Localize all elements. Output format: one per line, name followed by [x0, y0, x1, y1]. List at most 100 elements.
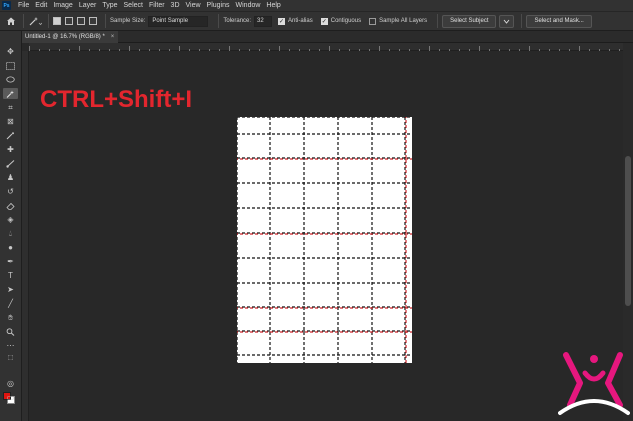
ruler-tick [449, 49, 450, 51]
horizontal-ruler[interactable] [29, 43, 623, 51]
ruler-tick [89, 49, 90, 51]
eraser-tool-icon[interactable] [3, 200, 18, 211]
contiguous-checkbox[interactable]: ✓ [320, 17, 328, 25]
ruler-tick [559, 49, 560, 51]
ruler-tick [69, 49, 70, 51]
ruler-tick [479, 46, 480, 51]
magic-wand-tool-icon[interactable] [3, 88, 18, 99]
ruler-tick [39, 49, 40, 51]
ruler-tick [519, 49, 520, 51]
ruler-tick [459, 49, 460, 51]
menu-plugins[interactable]: Plugins [204, 0, 233, 11]
ruler-tick [229, 46, 230, 51]
sample-size-value: Point Sample [152, 18, 189, 24]
edit-toolbar-icon[interactable]: ⋯ [3, 340, 18, 351]
line-tool-icon[interactable]: ╱ [3, 298, 18, 309]
ruler-tick [589, 49, 590, 51]
ruler-tick [349, 49, 350, 51]
dodge-tool-icon[interactable]: ● [3, 242, 18, 253]
divider [23, 14, 24, 28]
shortcut-overlay-text: CTRL+Shift+I [40, 86, 193, 113]
sample-size-select[interactable]: Point Sample [148, 15, 209, 27]
magic-wand-tool-preset-icon[interactable] [28, 15, 44, 27]
ruler-tick [119, 49, 120, 51]
ruler-tick [179, 46, 180, 51]
ruler-tick [299, 49, 300, 51]
spot-healing-brush-tool-icon[interactable]: ✚ [3, 144, 18, 155]
menu-view[interactable]: View [183, 0, 204, 11]
type-tool-icon[interactable]: T [3, 270, 18, 281]
ruler-tick [79, 46, 80, 51]
eyedropper-tool-icon[interactable] [3, 130, 18, 141]
tolerance-input[interactable]: 32 [254, 15, 273, 27]
move-tool-icon[interactable]: ✥ [3, 46, 18, 57]
selection-grid [237, 117, 412, 363]
add-to-selection-button[interactable] [65, 17, 73, 25]
quick-mask-icon[interactable]: ◎ [3, 378, 18, 389]
tolerance-value: 32 [257, 18, 264, 24]
anti-alias-label: Anti-alias [288, 18, 313, 24]
menu-help[interactable]: Help [263, 0, 283, 11]
intersect-with-selection-button[interactable] [89, 17, 97, 25]
ruler-tick [209, 49, 210, 51]
ruler-tick [379, 46, 380, 51]
zoom-tool-icon[interactable] [3, 326, 18, 337]
subtract-from-selection-button[interactable] [77, 17, 85, 25]
menu-edit[interactable]: Edit [32, 0, 50, 11]
frame-tool-icon[interactable]: ⊠ [3, 116, 18, 127]
paint-bucket-tool-icon[interactable]: ◈ [3, 214, 18, 225]
scrollbar-thumb[interactable] [625, 156, 631, 306]
lasso-tool-icon[interactable] [3, 74, 18, 85]
ruler-tick [329, 46, 330, 51]
ruler-tick [129, 46, 130, 51]
menu-bar: Ps File Edit Image Layer Type Select Fil… [0, 0, 633, 11]
ruler-tick [579, 46, 580, 51]
vertical-ruler[interactable] [22, 51, 29, 421]
divider [218, 14, 220, 28]
options-bar: Sample Size: Point Sample Tolerance: 32 … [0, 11, 633, 31]
ruler-tick [599, 49, 600, 51]
document-tab-bar: Untitled-1 @ 16.7% (RGB/8) * × [22, 31, 633, 43]
path-selection-tool-icon[interactable]: ➤ [3, 284, 18, 295]
close-icon[interactable]: × [111, 34, 115, 40]
menu-select[interactable]: Select [121, 0, 146, 11]
menu-3d[interactable]: 3D [168, 0, 183, 11]
new-selection-button[interactable] [53, 17, 61, 25]
home-icon[interactable] [3, 13, 19, 29]
tools-panel: ✥ ⌗ ⊠ ✚ ♟ ↺ ◈ 💧︎ ● ✒︎ T ➤ ╱ ✋︎ ⋯ ⬚ ◎ ▭ [0, 31, 22, 421]
divider [48, 14, 49, 28]
ruler-tick [29, 46, 30, 51]
rectangular-marquee-tool-icon[interactable] [3, 60, 18, 71]
sample-all-layers-label: Sample All Layers [379, 18, 428, 24]
ruler-tick [529, 46, 530, 51]
brush-tool-icon[interactable] [3, 158, 18, 169]
menu-file[interactable]: File [15, 0, 32, 11]
menu-filter[interactable]: Filter [146, 0, 168, 11]
ruler-tick [489, 49, 490, 51]
menu-window[interactable]: Window [233, 0, 264, 11]
ruler-tick [49, 49, 50, 51]
hand-tool-icon[interactable]: ✋︎ [3, 312, 18, 323]
blur-tool-icon[interactable]: 💧︎ [3, 228, 18, 239]
select-and-mask-button[interactable]: Select and Mask... [526, 14, 592, 28]
menu-image[interactable]: Image [50, 0, 75, 11]
clone-stamp-tool-icon[interactable]: ♟ [3, 172, 18, 183]
sample-all-layers-checkbox[interactable] [369, 17, 377, 25]
select-subject-button[interactable]: Select Subject [442, 14, 497, 28]
menu-type[interactable]: Type [99, 0, 120, 11]
select-subject-dropdown-button[interactable] [499, 14, 515, 28]
default-colors-icon[interactable]: ⬚ [3, 352, 18, 363]
document-canvas[interactable] [237, 117, 412, 363]
ruler-tick [369, 49, 370, 51]
divider [105, 14, 106, 28]
screen-mode-icon[interactable]: ▭ [3, 392, 18, 403]
ruler-tick [359, 49, 360, 51]
anti-alias-checkbox[interactable]: ✓ [278, 17, 286, 25]
menu-layer[interactable]: Layer [76, 0, 100, 11]
ruler-tick [139, 49, 140, 51]
document-tab[interactable]: Untitled-1 @ 16.7% (RGB/8) * × [22, 31, 118, 43]
crop-tool-icon[interactable]: ⌗ [3, 102, 18, 113]
history-brush-tool-icon[interactable]: ↺ [3, 186, 18, 197]
pen-tool-icon[interactable]: ✒︎ [3, 256, 18, 267]
ruler-tick [499, 49, 500, 51]
